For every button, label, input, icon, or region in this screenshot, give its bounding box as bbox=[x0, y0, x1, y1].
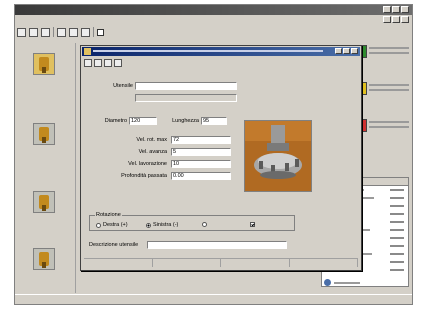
maximize-button[interactable] bbox=[392, 6, 400, 13]
radio-selected-icon bbox=[146, 222, 151, 228]
lunghezza-label: Lunghezza bbox=[172, 118, 199, 124]
diametro-field[interactable]: 120 bbox=[129, 117, 157, 125]
tool-image bbox=[244, 120, 312, 192]
save-icon[interactable] bbox=[104, 59, 112, 67]
tool-icon[interactable] bbox=[57, 27, 66, 37]
rotation-option-right[interactable]: Destra (+) bbox=[96, 222, 128, 228]
dialog-toolbar bbox=[84, 59, 122, 67]
minimize-button[interactable] bbox=[383, 6, 391, 13]
lunghezza-field[interactable]: 95 bbox=[201, 117, 227, 125]
radio-label: Destra (+) bbox=[103, 222, 128, 228]
tool-magazine-panel bbox=[17, 43, 76, 293]
profondita-label: Profondità passata bbox=[121, 173, 167, 179]
radio-label: Sinistra (-) bbox=[153, 222, 179, 228]
vel-lavorazione-label: Vel. lavorazione bbox=[128, 161, 167, 167]
dialog-titlebar bbox=[82, 47, 360, 56]
list-icon[interactable] bbox=[81, 27, 90, 37]
list-item-value bbox=[390, 229, 404, 231]
list-item-value bbox=[390, 189, 404, 191]
holder-label bbox=[369, 84, 409, 96]
status-cell bbox=[153, 259, 221, 267]
holder-label bbox=[369, 121, 409, 133]
mdi-close-button[interactable] bbox=[401, 16, 409, 23]
utensile-label: Utensile bbox=[113, 83, 133, 89]
tool-holder-icon bbox=[39, 127, 49, 143]
rotation-checkbox[interactable] bbox=[250, 222, 257, 227]
window-titlebar bbox=[15, 5, 412, 15]
list-item-value bbox=[390, 261, 404, 263]
holder-label bbox=[369, 47, 409, 59]
description-field[interactable] bbox=[147, 241, 287, 249]
list-item-value bbox=[390, 221, 404, 223]
window-controls bbox=[383, 6, 409, 13]
mdi-minimize-button[interactable] bbox=[383, 16, 391, 23]
tool-photo bbox=[245, 121, 311, 191]
print-icon[interactable] bbox=[114, 59, 122, 67]
vel-rot-max-label: Vel. rot. max bbox=[136, 137, 167, 143]
dialog-title bbox=[93, 48, 323, 54]
dialog-status-bar bbox=[84, 258, 358, 268]
tool-holder-icon bbox=[39, 252, 49, 268]
mdi-restore-button[interactable] bbox=[392, 16, 400, 23]
toolbar-checkbox[interactable] bbox=[97, 28, 104, 36]
list-item-value bbox=[390, 237, 404, 239]
list-item-value bbox=[390, 253, 404, 255]
rotation-group-label: Rotazione bbox=[95, 212, 122, 218]
vel-avanza-field[interactable]: 5 bbox=[171, 148, 231, 156]
rotation-option-third[interactable] bbox=[202, 222, 209, 227]
tool-form: Utensile Diametro 120 Lunghezza 95 Vel. … bbox=[85, 72, 237, 217]
new-file-icon[interactable] bbox=[17, 27, 26, 37]
dialog-minimize-button[interactable] bbox=[335, 48, 342, 54]
list-item-value bbox=[390, 245, 404, 247]
dialog-window-controls bbox=[335, 48, 358, 54]
save-icon[interactable] bbox=[41, 27, 50, 37]
status-cell bbox=[84, 259, 153, 267]
vel-avanza-label: Vel. avanza bbox=[138, 149, 167, 155]
status-cell bbox=[290, 259, 358, 267]
rotation-option-left[interactable]: Sinistra (-) bbox=[146, 222, 178, 228]
list-item-value bbox=[390, 213, 404, 215]
description-label: Descrizione utensile bbox=[89, 242, 139, 248]
chevron-down-icon bbox=[231, 95, 237, 101]
status-cell bbox=[221, 259, 290, 267]
mdi-controls bbox=[383, 16, 409, 23]
app-icon bbox=[84, 48, 91, 55]
menu-bar bbox=[15, 15, 412, 25]
tool-editor-dialog: Utensile Diametro 120 Lunghezza 95 Vel. … bbox=[80, 45, 362, 271]
dialog-maximize-button[interactable] bbox=[343, 48, 350, 54]
profondita-field[interactable]: 0.00 bbox=[171, 172, 231, 180]
list-item-value bbox=[390, 197, 404, 199]
new-file-icon[interactable] bbox=[84, 59, 92, 67]
dialog-close-button[interactable] bbox=[351, 48, 358, 54]
open-folder-icon[interactable] bbox=[29, 27, 38, 37]
diametro-label: Diametro bbox=[104, 118, 127, 124]
list-footer-icon bbox=[324, 279, 331, 286]
toolbar-separator bbox=[93, 27, 94, 37]
vel-rot-max-field[interactable]: 72 bbox=[171, 136, 231, 144]
toolbar-separator bbox=[53, 27, 54, 37]
open-folder-icon[interactable] bbox=[94, 59, 102, 67]
tool-holder-icon bbox=[39, 195, 49, 211]
list-footer-label bbox=[334, 282, 360, 284]
list-item-value bbox=[390, 269, 404, 271]
radio-icon bbox=[96, 222, 101, 228]
rotation-group: Rotazione Destra (+) Sinistra (-) bbox=[89, 212, 295, 231]
tool-slot-4[interactable] bbox=[33, 248, 55, 270]
tool-holder-icon bbox=[39, 57, 49, 73]
tool-slot-1[interactable] bbox=[33, 53, 55, 75]
chevron-down-icon[interactable] bbox=[231, 83, 237, 89]
radio-icon bbox=[202, 222, 207, 227]
list-item-value bbox=[390, 205, 404, 207]
utensile-select[interactable] bbox=[135, 82, 237, 90]
vel-lavorazione-field[interactable]: 10 bbox=[171, 160, 231, 168]
tool-slot-3[interactable] bbox=[33, 191, 55, 213]
secondary-select bbox=[135, 94, 237, 102]
main-toolbar bbox=[17, 26, 107, 38]
settings-icon[interactable] bbox=[69, 27, 78, 37]
status-bar bbox=[15, 294, 412, 304]
checkbox-checked-icon bbox=[250, 222, 255, 227]
tool-slot-2[interactable] bbox=[33, 123, 55, 145]
close-button[interactable] bbox=[401, 6, 409, 13]
